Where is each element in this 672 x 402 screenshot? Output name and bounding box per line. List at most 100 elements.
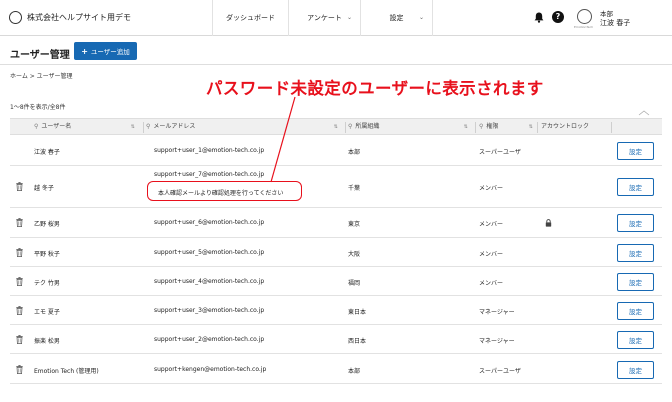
org-cell: 福岡 — [348, 280, 361, 287]
table-row: 越 冬子 support+user_7@emotion-tech.co.jp 千… — [10, 166, 662, 208]
table-row: 平野 秋子 support+user_5@emotion-tech.co.jp … — [10, 238, 662, 267]
plus-icon: + — [81, 46, 88, 56]
trash-icon[interactable] — [16, 277, 23, 286]
org-cell: 本部 — [348, 149, 361, 156]
annotation-callout: パスワード未設定のユーザーに表示されます — [206, 79, 544, 98]
search-icon: ⚲ — [34, 123, 39, 130]
divider — [0, 64, 672, 65]
settings-button-label: 設定 — [629, 337, 642, 345]
user-name-cell: 江波 春子 — [34, 149, 60, 156]
trash-icon[interactable] — [16, 306, 23, 315]
unverified-note: 本人確認メールより確認処理を行ってください — [158, 190, 284, 197]
user-name-cell: Emotion Tech (管理用) — [34, 368, 99, 375]
settings-button[interactable]: 設定 — [617, 302, 654, 320]
nav-divider — [432, 0, 433, 36]
nav-settings-label: 設定 — [389, 14, 404, 22]
search-icon: ⚲ — [146, 123, 151, 130]
email-cell: support+user_1@emotion-tech.co.jp — [154, 147, 265, 154]
column-header-lock[interactable]: アカウントロック — [541, 119, 611, 136]
nav-dashboard-label: ダッシュボード — [226, 14, 275, 22]
settings-button-label: 設定 — [629, 148, 642, 156]
org-cell: 東日本 — [348, 309, 367, 316]
user-name-cell: 平野 秋子 — [34, 251, 60, 258]
avatar[interactable] — [577, 9, 592, 24]
column-header-role[interactable]: ⚲ 権限 ⇅ — [479, 119, 537, 136]
settings-button[interactable]: 設定 — [617, 273, 654, 291]
role-cell: マネージャー — [479, 309, 515, 316]
breadcrumb[interactable]: ホーム > ユーザー管理 — [10, 71, 73, 80]
org-cell: 西日本 — [348, 338, 367, 345]
company-name: 株式会社ヘルプサイト用デモ — [27, 13, 131, 22]
trash-icon[interactable] — [16, 182, 23, 191]
settings-button[interactable]: 設定 — [617, 331, 654, 349]
column-header-role-label: 権限 — [486, 123, 499, 130]
chevron-down-icon: ⌄ — [418, 14, 424, 21]
org-cell: 東京 — [348, 221, 361, 228]
search-icon: ⚲ — [348, 123, 353, 130]
email-cell: support+user_5@emotion-tech.co.jp — [154, 249, 265, 256]
column-header-email[interactable]: ⚲ メールアドレス ⇅ — [146, 119, 342, 136]
top-bar: 株式会社ヘルプサイト用デモ ダッシュボード アンケート ⌄ 設定 ⌄ ? Emo… — [0, 0, 672, 36]
user-name-cell: 越 冬子 — [34, 185, 54, 192]
sort-icon[interactable]: ⇅ — [529, 119, 533, 135]
user-department: 本部 — [600, 10, 613, 18]
column-header-name-label: ユーザー名 — [41, 123, 72, 130]
column-separator — [143, 122, 144, 133]
sort-icon[interactable]: ⇅ — [131, 119, 135, 135]
role-cell: スーパーユーザ — [479, 149, 521, 156]
settings-button[interactable]: 設定 — [617, 142, 654, 160]
column-header-lock-label: アカウントロック — [541, 123, 590, 130]
user-name[interactable]: 江波 春子 — [600, 18, 630, 28]
add-user-label: ユーザー追加 — [90, 48, 130, 56]
trash-icon[interactable] — [16, 365, 23, 374]
table-row: 乙野 桜男 support+user_6@emotion-tech.co.jp … — [10, 208, 662, 238]
logo-icon — [9, 11, 22, 24]
search-icon: ⚲ — [479, 123, 484, 130]
role-cell: マネージャー — [479, 338, 515, 345]
column-header-org[interactable]: ⚲ 所属組織 ⇅ — [348, 119, 472, 136]
email-cell: support+user_2@emotion-tech.co.jp — [154, 336, 265, 343]
table-row: 江波 春子 support+user_1@emotion-tech.co.jp … — [10, 136, 662, 166]
column-header-org-label: 所属組織 — [355, 123, 380, 130]
add-user-button[interactable]: + ユーザー追加 — [74, 42, 137, 60]
role-cell: メンバー — [479, 280, 504, 287]
org-cell: 本部 — [348, 368, 361, 375]
result-count: 1〜8件を表示/全8件 — [10, 104, 66, 111]
settings-button[interactable]: 設定 — [617, 214, 654, 232]
settings-button[interactable]: 設定 — [617, 361, 654, 379]
role-cell: メンバー — [479, 185, 504, 192]
nav-settings[interactable]: 設定 ⌄ — [360, 0, 432, 36]
table-row: テク 竹男 support+user_4@emotion-tech.co.jp … — [10, 267, 662, 296]
settings-button-label: 設定 — [629, 308, 642, 316]
nav-anquete-label: アンケート — [307, 14, 342, 22]
page-title: ユーザー管理 — [10, 50, 70, 61]
column-header-email-label: メールアドレス — [153, 123, 196, 130]
sort-icon[interactable]: ⇅ — [334, 119, 338, 135]
trash-icon[interactable] — [16, 218, 23, 227]
table-row: 振楽 松男 support+user_2@emotion-tech.co.jp … — [10, 325, 662, 354]
role-cell: スーパーユーザ — [479, 368, 521, 375]
help-icon[interactable]: ? — [552, 11, 564, 23]
sort-icon[interactable]: ⇅ — [464, 119, 468, 135]
settings-button-label: 設定 — [629, 220, 642, 228]
email-cell: support+user_6@emotion-tech.co.jp — [154, 219, 265, 226]
trash-icon[interactable] — [16, 335, 23, 344]
settings-button-label: 設定 — [629, 184, 642, 192]
column-separator — [537, 122, 538, 133]
email-cell: support+user_4@emotion-tech.co.jp — [154, 278, 265, 285]
nav-dashboard[interactable]: ダッシュボード — [212, 0, 288, 36]
settings-button[interactable]: 設定 — [617, 244, 654, 262]
email-cell: support+kengen@emotion-tech.co.jp — [154, 366, 267, 373]
nav-anquete[interactable]: アンケート ⌄ — [288, 0, 360, 36]
user-name-cell: 振楽 松男 — [34, 338, 60, 345]
scroll-up-icon — [638, 110, 650, 116]
settings-button-label: 設定 — [629, 250, 642, 258]
avatar-caption: EmotionTech — [574, 25, 594, 29]
column-header-name[interactable]: ⚲ ユーザー名 ⇅ — [34, 119, 139, 136]
trash-icon[interactable] — [16, 248, 23, 257]
column-separator — [475, 122, 476, 133]
bell-icon[interactable] — [534, 12, 544, 23]
column-separator — [611, 122, 612, 133]
settings-button[interactable]: 設定 — [617, 178, 654, 196]
column-separator — [345, 122, 346, 133]
